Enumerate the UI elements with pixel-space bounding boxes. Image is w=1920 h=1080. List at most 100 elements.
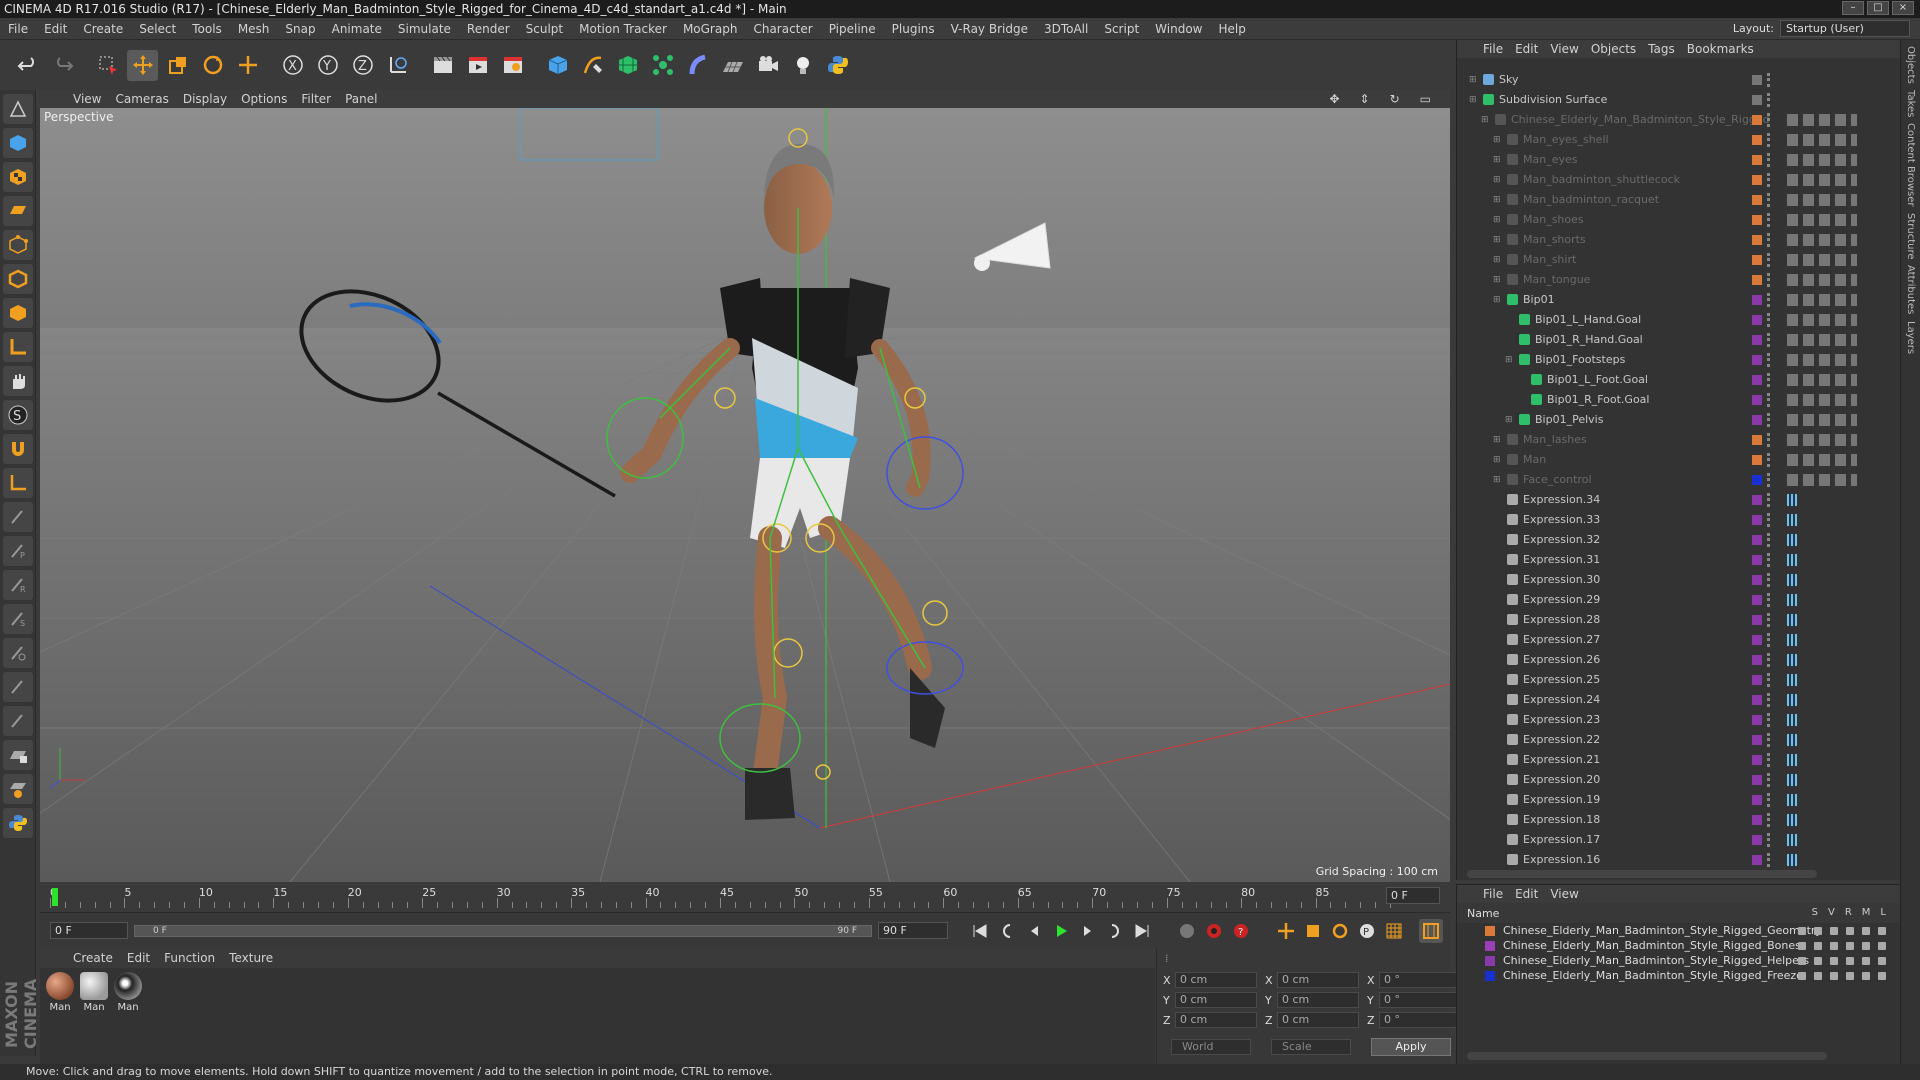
python-console-button[interactable]: [3, 808, 33, 838]
side-tab-takes[interactable]: Takes: [1905, 90, 1916, 117]
menu-animate[interactable]: Animate: [324, 22, 390, 36]
visibility-dots-icon[interactable]: [1767, 433, 1771, 447]
tag-icons[interactable]: [1787, 214, 1857, 226]
maximize-button[interactable]: □: [1867, 1, 1889, 15]
current-frame-field[interactable]: 0 F: [1386, 887, 1440, 904]
layer-flag-icons[interactable]: [1798, 956, 1886, 965]
brush-tool-4[interactable]: S: [3, 604, 33, 634]
layer-flag-icon[interactable]: [1846, 926, 1854, 935]
viewport-menu-display[interactable]: Display: [176, 92, 234, 106]
floor-button[interactable]: [717, 50, 748, 81]
cube-primitive-button[interactable]: [542, 50, 573, 81]
menu-file[interactable]: File: [0, 22, 36, 36]
layer-flag-icon[interactable]: [1814, 941, 1822, 950]
expand-toggle-icon[interactable]: ⊞: [1493, 290, 1501, 310]
object-list[interactable]: ⊞ Sky ⊞ Subdivision Surface ⊞ Chinese_Elderly…: [1457, 70, 1887, 870]
menu-tools[interactable]: Tools: [184, 22, 230, 36]
menu-motion-tracker[interactable]: Motion Tracker: [571, 22, 675, 36]
visibility-dots-icon[interactable]: [1767, 593, 1771, 607]
expand-toggle-icon[interactable]: ⊞: [1493, 450, 1501, 470]
tag-icons[interactable]: [1787, 554, 1797, 566]
layer-flag-icon[interactable]: [1830, 956, 1838, 965]
tag-icons[interactable]: [1787, 394, 1857, 406]
viewport-menu-cameras[interactable]: Cameras: [108, 92, 175, 106]
visibility-dots-icon[interactable]: [1767, 233, 1771, 247]
expand-toggle-icon[interactable]: ⊞: [1493, 170, 1501, 190]
layer-flag-icon[interactable]: [1878, 956, 1886, 965]
menu-plugins[interactable]: Plugins: [884, 22, 943, 36]
layer-flag-icon[interactable]: [1862, 926, 1870, 935]
object-row[interactable]: Expression.32: [1457, 530, 1887, 550]
viewport-menu-options[interactable]: Options: [234, 92, 294, 106]
object-row[interactable]: ⊞ Man_lashes: [1457, 430, 1887, 450]
object-menu-view[interactable]: View: [1544, 42, 1584, 56]
redo-button[interactable]: [47, 50, 78, 81]
apply-button[interactable]: Apply: [1371, 1038, 1451, 1056]
object-menu-file[interactable]: File: [1477, 42, 1509, 56]
key-rotation-button[interactable]: [1328, 919, 1352, 943]
object-row[interactable]: Bip01_L_Hand.Goal: [1457, 310, 1887, 330]
layer-list-hscrollbar[interactable]: [1467, 1052, 1827, 1060]
layer-flag-icon[interactable]: [1830, 971, 1838, 980]
visibility-dots-icon[interactable]: [1767, 573, 1771, 587]
move-tool-button[interactable]: [127, 49, 158, 81]
material-menu-texture[interactable]: Texture: [222, 951, 280, 965]
object-row[interactable]: ⊞ Face_control: [1457, 470, 1887, 490]
visibility-dots-icon[interactable]: [1767, 633, 1771, 647]
object-row[interactable]: Bip01_L_Foot.Goal: [1457, 370, 1887, 390]
visibility-dots-icon[interactable]: [1767, 293, 1771, 307]
visibility-dots-icon[interactable]: [1767, 153, 1771, 167]
tag-icons[interactable]: [1787, 514, 1797, 526]
timeline[interactable]: 051015202530354045505560657075808590 0 F: [40, 882, 1450, 912]
expand-toggle-icon[interactable]: ⊞: [1469, 90, 1477, 110]
object-row[interactable]: Expression.24: [1457, 690, 1887, 710]
key-position-button[interactable]: [1274, 919, 1298, 943]
tag-icons[interactable]: [1787, 714, 1797, 726]
layer-flag-icon[interactable]: [1878, 926, 1886, 935]
visibility-dots-icon[interactable]: [1767, 453, 1771, 467]
object-row[interactable]: Expression.22: [1457, 730, 1887, 750]
visibility-dots-icon[interactable]: [1767, 553, 1771, 567]
object-row[interactable]: Expression.31: [1457, 550, 1887, 570]
workplane-align-button[interactable]: [3, 774, 33, 804]
object-row[interactable]: ⊞ Bip01: [1457, 290, 1887, 310]
tag-icons[interactable]: [1787, 594, 1797, 606]
tag-icons[interactable]: [1787, 834, 1797, 846]
menu-v-ray-bridge[interactable]: V-Ray Bridge: [943, 22, 1036, 36]
layer-flag-icon[interactable]: [1862, 971, 1870, 980]
visibility-dots-icon[interactable]: [1767, 813, 1771, 827]
layer-row[interactable]: Chinese_Elderly_Man_Badminton_Style_Rigg…: [1457, 923, 1900, 938]
material-slot-2[interactable]: Man: [78, 972, 110, 1013]
layer-flag-icon[interactable]: [1798, 926, 1806, 935]
points-mode-button[interactable]: [3, 230, 33, 260]
side-tab-content-browser[interactable]: Content Browser: [1905, 123, 1916, 206]
layer-flag-icon[interactable]: [1814, 956, 1822, 965]
menu-simulate[interactable]: Simulate: [390, 22, 459, 36]
render-settings-button[interactable]: [497, 50, 528, 81]
object-row[interactable]: Expression.25: [1457, 670, 1887, 690]
go-to-end-button[interactable]: [1130, 919, 1154, 943]
coord-size-field[interactable]: 0 cm: [1277, 992, 1359, 1008]
object-row[interactable]: Expression.26: [1457, 650, 1887, 670]
material-slot-1[interactable]: Man: [44, 972, 76, 1013]
tag-icons[interactable]: [1787, 434, 1857, 446]
object-menu-tags[interactable]: Tags: [1642, 42, 1681, 56]
object-row[interactable]: Expression.19: [1457, 790, 1887, 810]
coordinate-space-dropdown[interactable]: World: [1171, 1039, 1251, 1055]
tag-icons[interactable]: [1787, 274, 1857, 286]
tag-icons[interactable]: [1787, 574, 1797, 586]
visibility-dots-icon[interactable]: [1767, 213, 1771, 227]
timeline-playhead[interactable]: [52, 888, 58, 906]
tag-icons[interactable]: [1787, 194, 1857, 206]
tag-icons[interactable]: [1787, 634, 1797, 646]
coord-rotation-field[interactable]: 0 °: [1379, 972, 1461, 988]
object-row[interactable]: Bip01_R_Foot.Goal: [1457, 390, 1887, 410]
object-row[interactable]: Bip01_R_Hand.Goal: [1457, 330, 1887, 350]
layer-flag-icons[interactable]: [1798, 926, 1886, 935]
object-row[interactable]: Expression.28: [1457, 610, 1887, 630]
layer-row[interactable]: Chinese_Elderly_Man_Badminton_Style_Rigg…: [1457, 953, 1900, 968]
object-menu-objects[interactable]: Objects: [1585, 42, 1642, 56]
x-axis-button[interactable]: X: [277, 50, 308, 81]
visibility-dots-icon[interactable]: [1767, 373, 1771, 387]
layer-flag-icon[interactable]: [1830, 941, 1838, 950]
